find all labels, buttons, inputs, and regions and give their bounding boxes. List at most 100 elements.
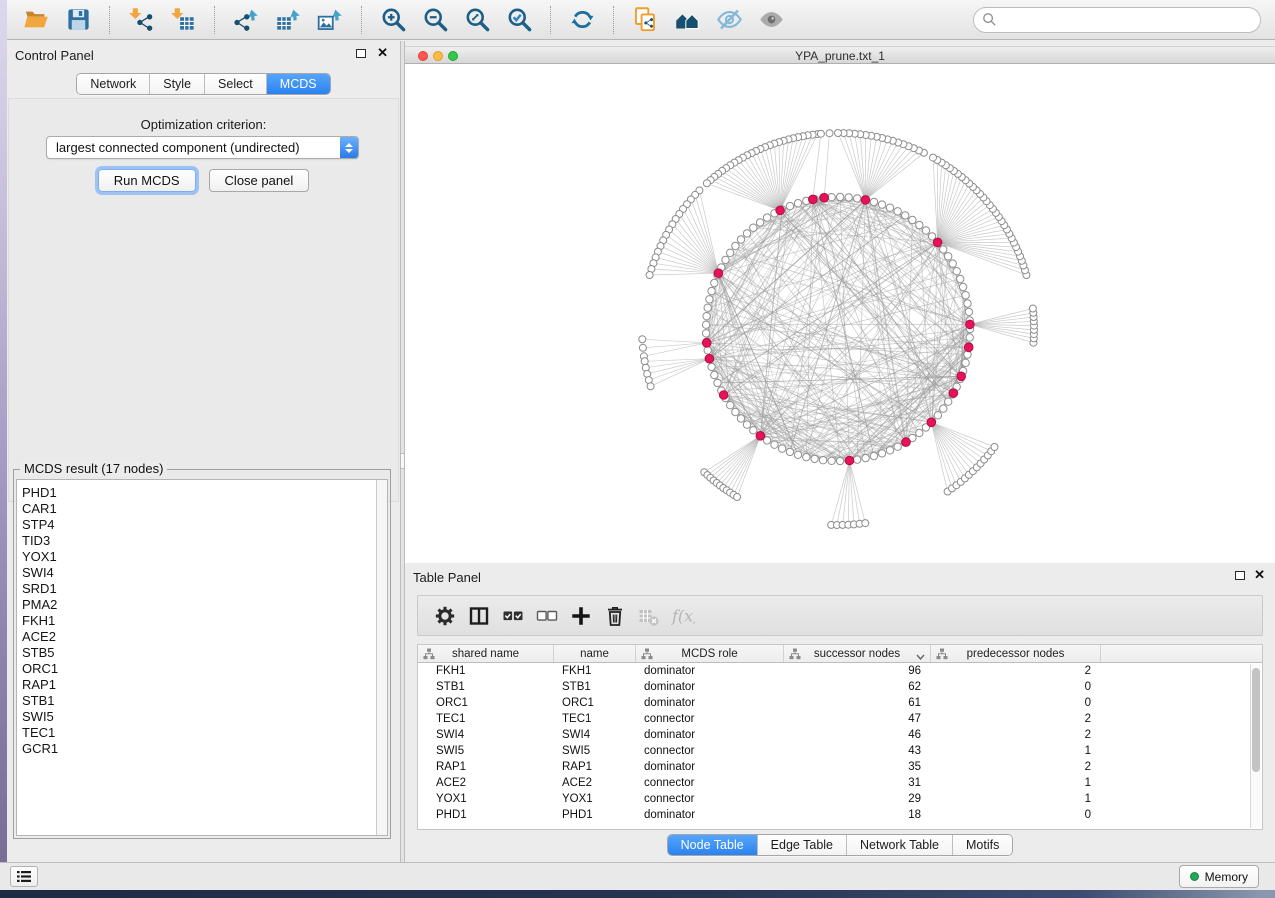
table-cell: 0 [931,695,1101,711]
zoom-fit-icon[interactable] [461,4,493,36]
zoom-in-icon[interactable] [377,4,409,36]
table-row[interactable]: ACE2ACE2connector311 [418,775,1262,791]
tab-motifs[interactable]: Motifs [952,835,1012,855]
close-panel-icon[interactable]: ✕ [377,46,388,60]
status-bar: Memory [0,862,1275,890]
mcds-result-node[interactable]: FKH1 [17,613,387,629]
column-header-MCDS-role[interactable]: MCDS role [636,645,784,662]
mcds-result-node[interactable]: CAR1 [17,501,387,517]
refresh-icon[interactable] [566,4,598,36]
table-cell: 0 [931,807,1101,823]
memory-button[interactable]: Memory [1179,865,1259,888]
network-canvas[interactable] [405,64,1275,563]
open-file-icon[interactable] [20,4,52,36]
mcds-result-node[interactable]: RAP1 [17,677,387,693]
gear-icon[interactable] [428,600,462,632]
table-cell: dominator [636,727,784,743]
float-panel-icon[interactable] [356,49,366,58]
tab-select[interactable]: Select [204,74,266,94]
table-cell: YOX1 [554,791,636,807]
column-header-shared-name[interactable]: shared name [418,645,554,662]
table-cell: connector [636,711,784,727]
column-header-successor-nodes[interactable]: successor nodes [784,645,931,662]
table-row[interactable]: FKH1FKH1dominator962 [418,663,1262,679]
tab-node-table[interactable]: Node Table [668,835,757,855]
table-cell: connector [636,791,784,807]
tab-edge-table[interactable]: Edge Table [757,835,846,855]
zoom-out-icon[interactable] [419,4,451,36]
table-cell: FKH1 [554,663,636,679]
mcds-result-node[interactable]: YOX1 [17,549,387,565]
mcds-result-node[interactable]: PMA2 [17,597,387,613]
mcds-result-node[interactable]: TEC1 [17,725,387,741]
export-image-icon[interactable] [314,4,346,36]
table-cell: ORC1 [418,695,554,711]
tab-network-table[interactable]: Network Table [846,835,952,855]
show-column-icon[interactable] [462,600,496,632]
hide-selected-icon[interactable] [713,4,745,36]
search-input[interactable] [973,7,1261,33]
table-cell: 46 [784,727,931,743]
search-field-wrap [973,7,1261,33]
mcds-result-list: PHD1CAR1STP4TID3YOX1SWI4SRD1PMA2FKH1ACE2… [16,479,388,836]
column-header-name[interactable]: name [554,645,636,662]
float-table-panel-icon[interactable] [1235,571,1245,580]
close-table-panel-icon[interactable]: ✕ [1254,568,1265,582]
mcds-result-node[interactable]: SWI5 [17,709,387,725]
tab-mcds[interactable]: MCDS [266,74,330,94]
select-all-icon[interactable] [496,600,530,632]
table-panel-title: Table Panel [413,570,481,585]
optimization-criterion-select[interactable]: largest connected component (undirected) [46,136,359,159]
table-cell: SWI5 [554,743,636,759]
add-icon[interactable] [564,600,598,632]
export-table-icon[interactable] [272,4,304,36]
tab-network[interactable]: Network [77,74,149,94]
optimization-criterion-label: Optimization criterion: [9,117,398,132]
new-network-from-selection-icon[interactable] [629,4,661,36]
table-scrollbar[interactable] [1250,664,1261,828]
table-cell: 0 [931,679,1101,695]
deselect-all-icon[interactable] [530,600,564,632]
tab-style[interactable]: Style [149,74,204,94]
mcds-result-title: MCDS result (17 nodes) [20,461,167,476]
zoom-selected-icon[interactable] [503,4,535,36]
table-row[interactable]: RAP1RAP1dominator352 [418,759,1262,775]
mcds-result-node[interactable]: ORC1 [17,661,387,677]
table-cell: connector [636,743,784,759]
mcds-result-node[interactable]: STB5 [17,645,387,661]
show-all-icon[interactable] [755,4,787,36]
table-row[interactable]: YOX1YOX1connector291 [418,791,1262,807]
network-graph [405,64,1275,563]
show-panels-button[interactable] [10,866,38,887]
run-mcds-button[interactable]: Run MCDS [98,169,196,192]
mcds-result-node[interactable]: ACE2 [17,629,387,645]
mcds-result-node[interactable]: GCR1 [17,741,387,757]
mcds-result-node[interactable]: PHD1 [17,485,387,501]
table-row[interactable]: PHD1PHD1dominator180 [418,807,1262,823]
table-row[interactable]: STB1STB1dominator620 [418,679,1262,695]
toolbar-separator [361,6,362,34]
table-cell: dominator [636,807,784,823]
close-panel-button[interactable]: Close panel [209,169,310,192]
mcds-result-node[interactable]: STP4 [17,517,387,533]
table-cell: dominator [636,759,784,775]
toolbar-separator [214,6,215,34]
mcds-result-node[interactable]: SRD1 [17,581,387,597]
table-row[interactable]: TEC1TEC1connector472 [418,711,1262,727]
import-network-icon[interactable] [125,4,157,36]
save-session-icon[interactable] [62,4,94,36]
table-row[interactable]: ORC1ORC1dominator610 [418,695,1262,711]
column-header-predecessor-nodes[interactable]: predecessor nodes [931,645,1101,662]
mcds-result-node[interactable]: STB1 [17,693,387,709]
delete-icon[interactable] [598,600,632,632]
mcds-result-scrollbar[interactable] [376,480,387,835]
mcds-result-node[interactable]: TID3 [17,533,387,549]
table-scrollbar-thumb[interactable] [1252,668,1260,772]
first-neighbors-icon[interactable] [671,4,703,36]
export-network-icon[interactable] [230,4,262,36]
mcds-result-node[interactable]: SWI4 [17,565,387,581]
sort-desc-icon [916,651,925,663]
table-row[interactable]: SWI4SWI4dominator462 [418,727,1262,743]
import-table-icon[interactable] [167,4,199,36]
table-row[interactable]: SWI5SWI5connector431 [418,743,1262,759]
